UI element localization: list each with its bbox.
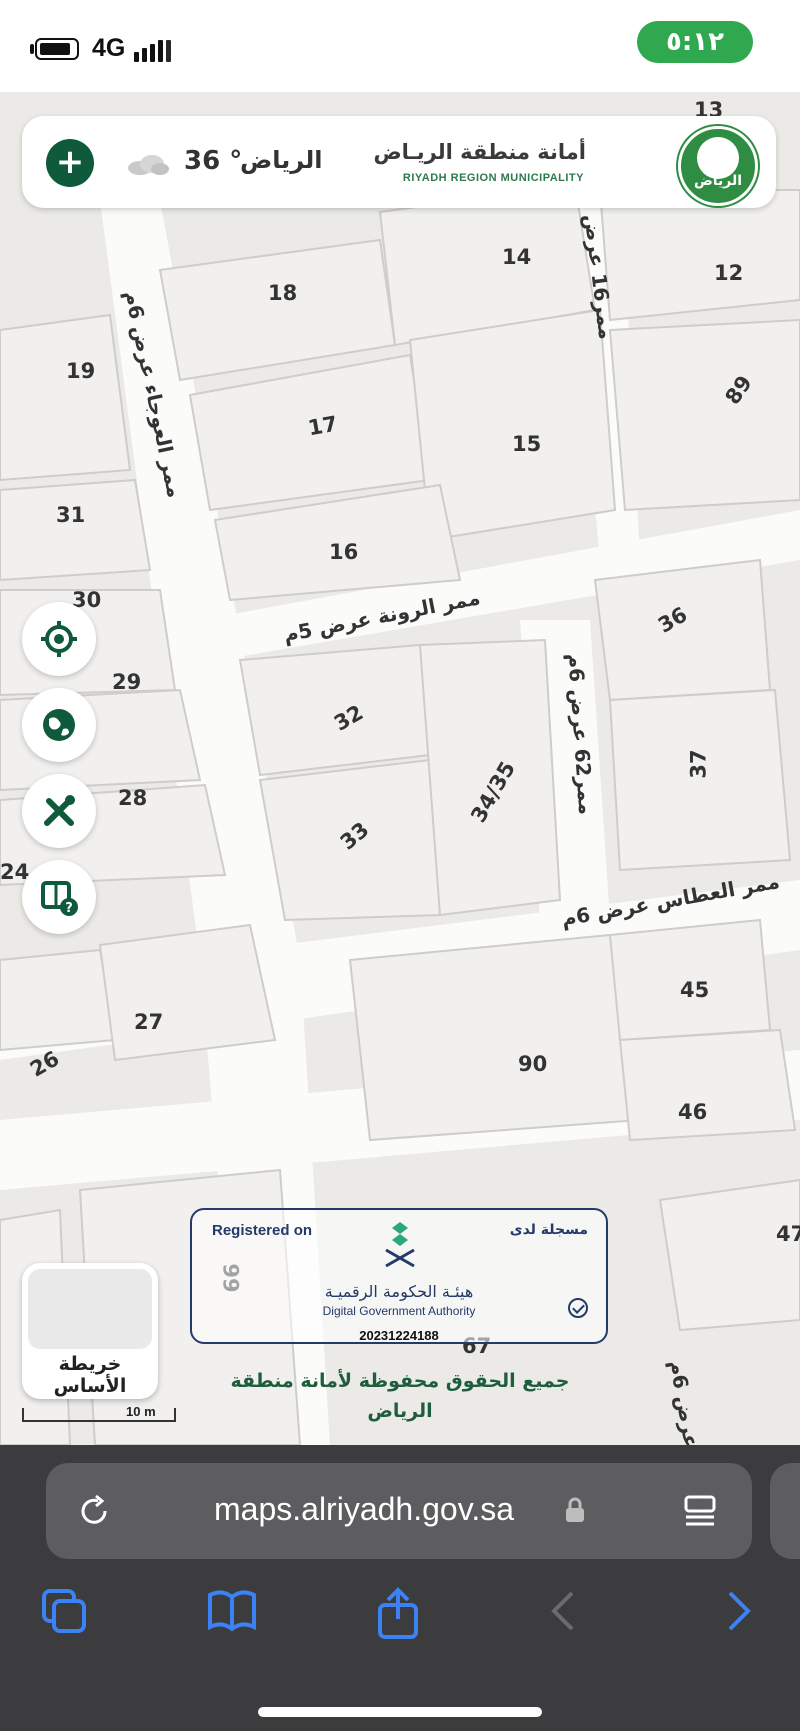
- tools-button[interactable]: [22, 774, 96, 848]
- home-indicator: [258, 1707, 542, 1717]
- address-bar[interactable]: maps.alriyadh.gov.sa: [46, 1463, 752, 1559]
- url-text[interactable]: maps.alriyadh.gov.sa: [214, 1491, 514, 1528]
- svg-text:?: ?: [65, 901, 73, 916]
- plot-label[interactable]: 45: [680, 978, 709, 1002]
- plot-label[interactable]: 37: [687, 749, 711, 778]
- municipality-name-ar: أمانة منطقة الريـاض: [373, 140, 586, 164]
- plot-label[interactable]: 18: [268, 281, 297, 305]
- plot-label[interactable]: 46: [678, 1100, 707, 1124]
- add-button[interactable]: +: [46, 139, 94, 187]
- registration-watermark: Registered on مسجلة لدى هيئـة الحكومة ال…: [190, 1208, 608, 1344]
- bookmarks-icon[interactable]: [206, 1587, 258, 1635]
- plot-label[interactable]: 90: [518, 1052, 547, 1076]
- plot-label[interactable]: 15: [512, 432, 541, 456]
- plot-label[interactable]: 27: [134, 1010, 163, 1034]
- header-card: + 36 ° الرياض أمانة منطقة الريـاض RIYADH…: [22, 116, 776, 208]
- cloud-icon: [128, 155, 169, 175]
- city-name: الرياض: [240, 146, 323, 174]
- reader-mode-icon[interactable]: [682, 1493, 718, 1529]
- plot-label[interactable]: 28: [118, 786, 147, 810]
- municipality-name-en: RIYADH REGION MUNICIPALITY: [402, 172, 584, 184]
- plot-label[interactable]: 31: [56, 503, 85, 527]
- basemap-thumbnail: [28, 1269, 152, 1349]
- forward-icon[interactable]: [724, 1587, 754, 1635]
- plot-label[interactable]: 19: [66, 359, 95, 383]
- basemap-label: خريطة الأساس: [53, 1353, 127, 1397]
- battery-icon: [35, 38, 79, 60]
- network-type: 4G: [92, 34, 126, 62]
- globe-button[interactable]: [22, 688, 96, 762]
- lock-icon: [566, 1497, 584, 1522]
- registered-on-label-ar: مسجلة لدى: [509, 1222, 588, 1238]
- help-button[interactable]: ?: [22, 860, 96, 934]
- copyright-notice: جميع الحقوق محفوظة لأمانة منطقة الرياض: [230, 1370, 570, 1422]
- browser-toolbar: maps.alriyadh.gov.sa: [0, 1445, 800, 1731]
- battery-tip: [30, 44, 34, 54]
- verified-check-icon: [568, 1298, 588, 1318]
- plot-label[interactable]: 12: [714, 261, 743, 285]
- plot-label[interactable]: 29: [112, 670, 141, 694]
- authority-name-ar: هيئـة الحكومة الرقميـة: [324, 1282, 474, 1301]
- plot-label[interactable]: 14: [502, 245, 531, 269]
- locate-button[interactable]: [22, 602, 96, 676]
- next-tab-peek[interactable]: [770, 1463, 800, 1559]
- scale-label: 10 m: [126, 1404, 156, 1419]
- back-icon[interactable]: [548, 1587, 578, 1635]
- municipality-logo: الرياض: [678, 126, 758, 206]
- authority-name-en: Digital Government Authority: [322, 1304, 476, 1318]
- globe-icon: [43, 709, 75, 741]
- registration-number: 20231224188: [359, 1328, 439, 1343]
- book-help-icon: ?: [41, 881, 78, 916]
- plot-label[interactable]: 17: [306, 412, 339, 441]
- basemap-toggle[interactable]: خريطة الأساس: [22, 1263, 158, 1399]
- reload-icon[interactable]: [76, 1493, 112, 1529]
- tabs-icon[interactable]: [40, 1587, 88, 1635]
- temperature: 36 °: [184, 146, 243, 176]
- signal-icon: [134, 38, 174, 62]
- status-bar: 4G ٥:١٢: [0, 0, 800, 92]
- plot-label[interactable]: 16: [329, 540, 358, 564]
- clock: ٥:١٢: [637, 21, 753, 63]
- dga-logo-icon: [385, 1222, 415, 1268]
- plot-label[interactable]: 47: [776, 1222, 800, 1246]
- tools-icon: [44, 795, 75, 826]
- registered-on-label: Registered on: [212, 1222, 313, 1239]
- target-icon: [41, 621, 77, 657]
- logo-text: الرياض: [693, 173, 743, 189]
- share-icon[interactable]: [376, 1587, 420, 1639]
